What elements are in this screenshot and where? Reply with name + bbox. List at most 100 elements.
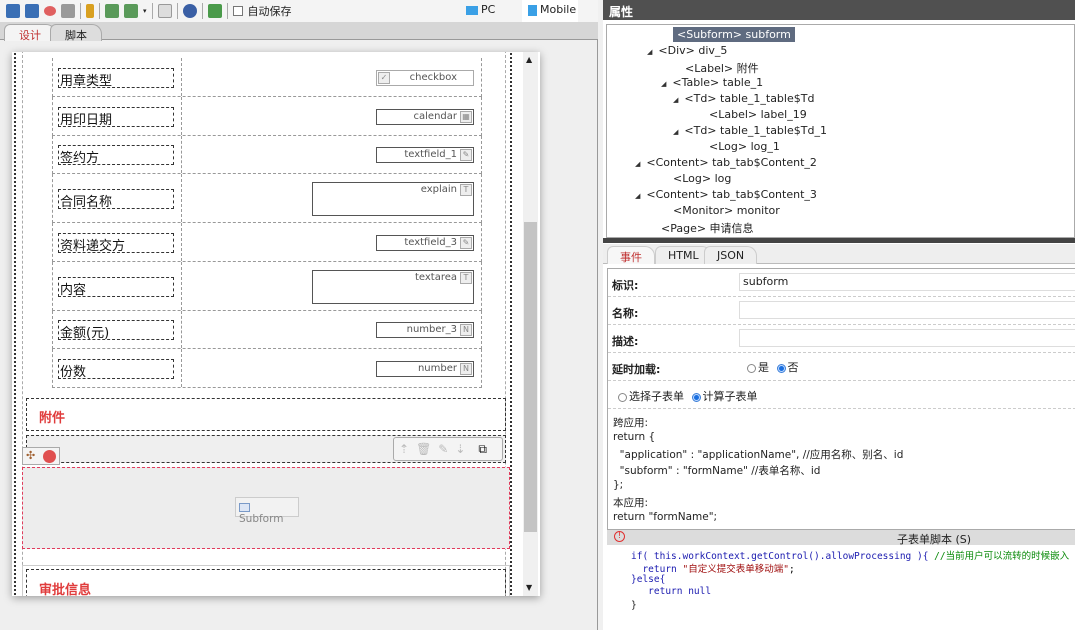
tree-node[interactable]: ◢ <Div> div_5: [647, 44, 727, 57]
expand-icon[interactable]: ◢: [635, 160, 640, 168]
scroll-thumb[interactable]: [524, 222, 537, 532]
field-name: number_3: [406, 324, 457, 335]
lazy-yes-radio[interactable]: [747, 363, 756, 373]
help-text-line: return {: [613, 431, 656, 443]
canvas-scrollbar[interactable]: ▲ ▼: [523, 52, 538, 596]
lazy-load-options: 是 否: [747, 359, 799, 375]
tab-script[interactable]: 脚本: [50, 24, 102, 42]
tree-node[interactable]: ◢ <Content> tab_tab$Content_2: [635, 156, 817, 169]
remove-icon[interactable]: [43, 450, 56, 463]
tree-node[interactable]: ◢ <Td> table_1_table$Td_1: [673, 124, 827, 137]
form-row: 份数 number N: [52, 349, 482, 388]
subform-label: Subform: [239, 513, 284, 525]
textfield-field[interactable]: textfield_3 ✎: [376, 234, 474, 251]
expand-icon[interactable]: ◢: [635, 192, 640, 200]
device-pc-button[interactable]: PC: [466, 3, 495, 16]
number-field[interactable]: number N: [376, 360, 474, 377]
textfield-icon: ✎: [460, 149, 472, 161]
designer-pane: ▾ 自动保存 PC Mobile 设计 脚本 用章类型 checkbox ✓ 用印日期…: [0, 0, 598, 630]
pane-splitter[interactable]: [603, 238, 1075, 243]
approval-title: 审批信息: [39, 583, 92, 596]
upload-icon[interactable]: ⇡: [399, 442, 409, 456]
tree-node-label: <Subform> subform: [673, 27, 795, 42]
import-icon[interactable]: [105, 4, 119, 18]
autosave-checkbox[interactable]: [232, 6, 243, 16]
toolbar: ▾ 自动保存: [0, 0, 598, 22]
field-name: checkbox: [409, 71, 457, 83]
number-icon: N: [460, 324, 472, 336]
field-label: 签约方: [58, 145, 174, 166]
tree-node[interactable]: <Label> label_19: [709, 108, 807, 121]
textfield-field[interactable]: textfield_1 ✎: [376, 147, 474, 163]
tree-node[interactable]: <Log> log_1: [709, 140, 780, 153]
tree-node-label: <Td> table_1_table$Td_1: [684, 124, 827, 137]
lazy-no-radio[interactable]: [776, 363, 786, 373]
brush-icon[interactable]: [86, 4, 94, 18]
expand-icon[interactable]: ◢: [673, 128, 678, 136]
tree-node[interactable]: ◢ <Content> tab_tab$Content_3: [635, 188, 817, 201]
help-text-line: "subform" : "formName" //表单名称、id: [613, 465, 821, 477]
form-row: 用印日期 calendar ▦: [52, 97, 482, 136]
move-icon[interactable]: ✣: [26, 449, 35, 462]
scroll-down-icon[interactable]: ▼: [526, 583, 532, 592]
device-mobile-button[interactable]: Mobile: [522, 0, 578, 22]
preview-icon[interactable]: [44, 6, 56, 16]
tree-node[interactable]: <Subform> subform: [673, 27, 795, 42]
field-label: 资料递交方: [58, 232, 174, 254]
script-header[interactable]: ! 子表单脚本 (S): [607, 530, 1075, 546]
tree-node[interactable]: ◢ <Td> table_1_table$Td: [673, 92, 814, 105]
form-row: 金额(元) number_3 N: [52, 311, 482, 349]
subform-handle: ✣: [22, 447, 60, 465]
export-icon[interactable]: [124, 4, 138, 18]
open-external-icon[interactable]: ⧉: [478, 442, 487, 457]
code-editor[interactable]: if( this.workContext.getControl().allowP…: [607, 545, 1075, 630]
code-line-5: }: [631, 600, 637, 611]
save-icon[interactable]: [6, 4, 20, 18]
textarea-field[interactable]: textarea T: [312, 269, 474, 304]
delete-icon[interactable]: 🗑: [416, 442, 431, 456]
name-label: 名称:: [612, 307, 639, 320]
tree-node[interactable]: <Log> log: [673, 172, 731, 185]
print-icon[interactable]: [61, 4, 75, 18]
code-line-2: return "自定义提交表单移动端";: [631, 564, 795, 575]
attachment-section: 附件: [26, 398, 506, 431]
textarea-field[interactable]: explain T: [312, 181, 474, 216]
code-line-3: }else{: [631, 574, 666, 585]
select-subform-radio[interactable]: [618, 392, 627, 402]
tree-node[interactable]: <Page> 申请信息: [661, 220, 754, 236]
edit-icon[interactable]: ✎: [438, 442, 448, 456]
calendar-field[interactable]: calendar ▦: [376, 108, 474, 125]
tree-node[interactable]: <Monitor> monitor: [673, 204, 780, 217]
subform-placeholder[interactable]: Subform: [22, 467, 510, 549]
expand-icon[interactable]: ◢: [661, 80, 666, 88]
script-subform-radio[interactable]: [691, 392, 701, 402]
expand-icon[interactable]: ◢: [647, 48, 652, 56]
field-name: textfield_1: [404, 149, 457, 160]
tree-node[interactable]: <Label> 附件: [685, 60, 759, 76]
number-field[interactable]: number_3 N: [376, 322, 474, 338]
id-input[interactable]: subform: [739, 273, 1075, 291]
scroll-up-icon[interactable]: ▲: [526, 55, 532, 64]
tab-events[interactable]: 事件: [607, 246, 655, 264]
tree-node-label: <Page> 申请信息: [661, 222, 754, 235]
tree-node[interactable]: ◢ <Table> table_1: [661, 76, 763, 89]
help-icon[interactable]: [182, 4, 197, 18]
save-as-icon[interactable]: [25, 4, 39, 18]
field-label: 用印日期: [58, 106, 174, 128]
name-input[interactable]: [739, 301, 1075, 319]
download-icon[interactable]: ⇣: [455, 442, 465, 456]
desc-input[interactable]: [739, 329, 1075, 347]
module-icon[interactable]: [207, 4, 222, 18]
tab-json[interactable]: JSON: [704, 246, 758, 264]
field-name: number: [417, 362, 457, 374]
approval-section: 审批信息: [22, 565, 510, 596]
field-name: textfield_3: [404, 236, 457, 248]
expand-icon[interactable]: ◢: [673, 96, 678, 104]
checkbox-field[interactable]: checkbox ✓: [376, 69, 474, 86]
property-form: 标识: subform 名称: 描述: 延时加载: 是 否 选择子表单 计算子表单…: [607, 268, 1075, 530]
tree-node-label: <Log> log: [673, 172, 732, 185]
tree-node-label: <Content> tab_tab$Content_3: [646, 188, 817, 201]
tab-design[interactable]: 设计: [4, 24, 56, 42]
list-icon[interactable]: [157, 4, 172, 18]
autosave-label[interactable]: 自动保存: [248, 3, 292, 19]
